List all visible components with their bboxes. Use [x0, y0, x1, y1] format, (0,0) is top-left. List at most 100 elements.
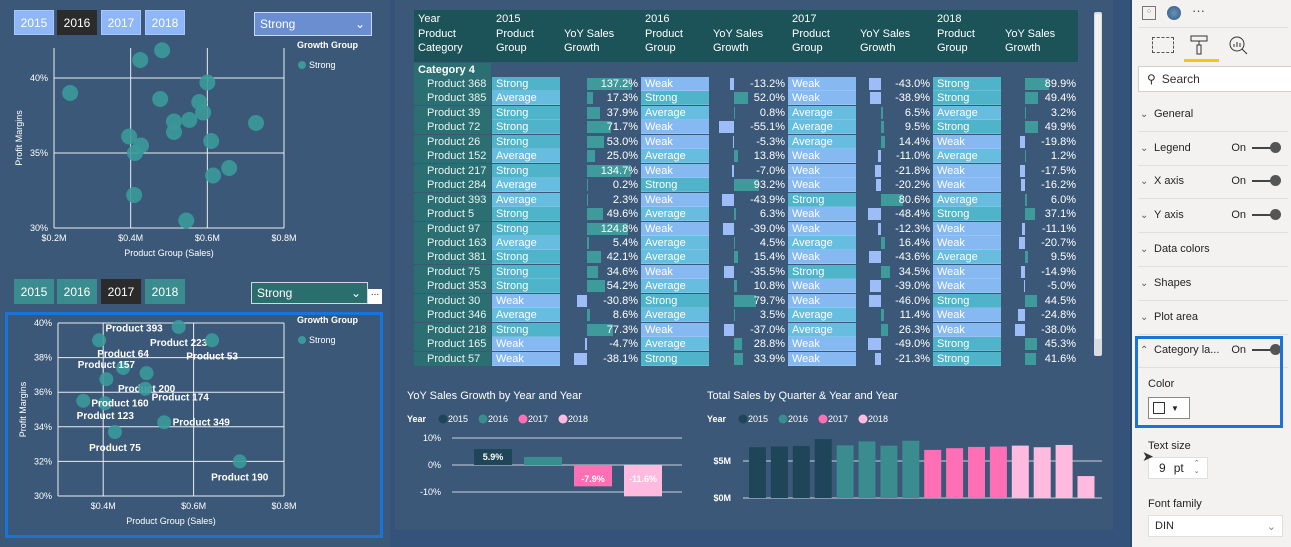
bar-2017-q2[interactable]	[946, 448, 964, 498]
scatter-point[interactable]	[205, 333, 220, 348]
section-x-axis[interactable]: ⌄ X axis On	[1140, 175, 1288, 187]
bar-2016-q3[interactable]	[880, 445, 898, 498]
table-row[interactable]: Product 381 Strong 42.1% Average 15.4% Weak -4…	[414, 250, 1078, 265]
toggle-switch[interactable]: On	[1231, 209, 1281, 221]
section-shapes[interactable]: ⌄ Shapes	[1140, 277, 1288, 289]
scatter-point[interactable]	[154, 42, 171, 59]
year-button-2015[interactable]: 2015	[14, 279, 54, 304]
more-options-button[interactable]: ...	[368, 288, 382, 304]
bar-2017-q1[interactable]	[924, 449, 942, 498]
growth-group-dropdown-bottom[interactable]: Strong ⌄	[251, 282, 368, 304]
bar-2018-q2[interactable]	[1033, 447, 1051, 498]
bar-2015-q3[interactable]	[792, 445, 810, 498]
bar-2017-q3[interactable]	[968, 446, 985, 498]
scatter-point[interactable]	[132, 52, 149, 68]
section-legend[interactable]: ⌄ Legend On	[1140, 142, 1288, 154]
table-row[interactable]: Product 30 Weak -30.8% Strong 79.7% Weak -46.0…	[414, 293, 1078, 308]
table-row[interactable]: Product 284 Average 0.2% Strong 93.2% Weak -20…	[414, 178, 1078, 193]
bar-2018-q4[interactable]	[1077, 476, 1095, 498]
section-data-colors[interactable]: ⌄ Data colors	[1140, 243, 1288, 255]
bar-2016-q2[interactable]	[858, 441, 876, 498]
font-family-dropdown[interactable]: DIN ⌄	[1148, 515, 1283, 537]
scatter-point[interactable]	[205, 167, 222, 184]
year-button-2017[interactable]: 2017	[101, 279, 141, 304]
table-row[interactable]: Product 163 Average 5.4% Average 4.5% Average…	[414, 235, 1078, 250]
scatter-point[interactable]	[165, 124, 182, 140]
more-visuals-button[interactable]: ···	[1192, 3, 1205, 18]
table-row[interactable]: Product 217 Strong 134.7% Weak -7.0% Weak -21.…	[414, 163, 1078, 178]
table-row[interactable]: Product 152 Average 25.0% Average 13.8% Weak -…	[414, 149, 1078, 164]
table-row[interactable]: Product 165 Weak -4.7% Average 28.8% Weak -49.…	[414, 337, 1078, 352]
stepper-arrows-icon[interactable]: ⌃ ⌄	[1194, 460, 1200, 476]
section-y-axis[interactable]: ⌄ Y axis On	[1140, 209, 1288, 221]
scatter-point[interactable]	[221, 160, 238, 176]
scatter-point[interactable]	[138, 381, 153, 396]
analytics-tab-icon[interactable]	[1228, 35, 1248, 55]
scatter-point[interactable]	[199, 74, 216, 91]
scatter-point[interactable]	[248, 115, 265, 131]
bar-2016-q1[interactable]	[836, 445, 854, 498]
fields-tab-icon[interactable]	[1152, 37, 1174, 53]
year-button-2018[interactable]: 2018	[145, 279, 185, 304]
scatter-point[interactable]	[126, 187, 143, 203]
scatter-point[interactable]	[203, 133, 220, 149]
scatter-point[interactable]	[99, 372, 114, 387]
year-button-2018[interactable]: 2018	[145, 10, 185, 35]
table-row[interactable]: Product 218 Strong 77.3% Weak -37.0% Average 2…	[414, 322, 1078, 337]
table-row[interactable]: Product 393 Average 2.3% Weak -43.9% Strong 80…	[414, 192, 1078, 207]
table-row[interactable]: Product 39 Strong 37.9% Average 0.8% Average 6…	[414, 105, 1078, 120]
scatter-point[interactable]	[171, 319, 186, 334]
table-row[interactable]: Product 368 Strong 137.2% Weak -13.2% Weak -43…	[414, 77, 1078, 91]
category-row-label[interactable]: Category 4	[414, 63, 491, 77]
table-row[interactable]: Product 57 Weak -38.1% Strong 33.9% Weak -21.3…	[414, 351, 1078, 366]
scatter-point[interactable]	[195, 104, 212, 121]
table-row[interactable]: Product 385 Average 17.3% Strong 52.0% Weak -3…	[414, 91, 1078, 106]
table-scrollbar[interactable]	[1094, 12, 1102, 356]
year-button-2016[interactable]: 2016	[57, 10, 97, 35]
yoy-growth-chart[interactable]: YoY Sales Growth by Year and Year Year 201…	[405, 380, 695, 510]
bar-2015-q1[interactable]	[749, 447, 766, 498]
growth-group-dropdown-top[interactable]: Strong ⌄	[254, 12, 372, 36]
table-row[interactable]: Product 97 Strong 124.8% Weak -39.0% Weak -12.…	[414, 221, 1078, 236]
bar-2017-q4[interactable]	[989, 446, 1007, 498]
scatter-point[interactable]	[152, 91, 169, 107]
toggle-switch[interactable]: On	[1231, 142, 1281, 154]
section-general[interactable]: ⌄ General	[1140, 108, 1288, 120]
toggle-switch[interactable]: On	[1231, 175, 1281, 187]
year-button-2017[interactable]: 2017	[101, 10, 141, 35]
scatter-point[interactable]	[181, 112, 198, 128]
scatter-point[interactable]	[126, 145, 143, 161]
table-row[interactable]: Product 75 Strong 34.6% Weak -35.5% Strong 34.…	[414, 264, 1078, 279]
bar-2016[interactable]	[524, 456, 562, 465]
scatter-chart-bottom[interactable]: $0.4M $0.6M $0.8M 30% 32% 34% 36% 38% 40% Product…	[8, 315, 380, 535]
scatter-point[interactable]	[157, 415, 172, 430]
scatter-visual-icon[interactable]: ⁘	[1142, 6, 1156, 20]
scatter-point[interactable]	[178, 212, 195, 229]
section-plot-area[interactable]: ⌄ Plot area	[1140, 311, 1288, 323]
globe-visual-icon[interactable]	[1167, 6, 1181, 20]
text-size-stepper[interactable]: 9 pt ⌃ ⌄	[1148, 457, 1208, 479]
table-row[interactable]: Product 353 Strong 54.2% Average 10.8% Weak -3…	[414, 279, 1078, 294]
table-row[interactable]: Product 346 Average 8.6% Average 3.5% Average…	[414, 308, 1078, 323]
format-paintroller-icon[interactable]	[1188, 34, 1210, 58]
scatter-point[interactable]	[62, 85, 79, 101]
scatter-point[interactable]	[107, 424, 122, 439]
table-row[interactable]: Product 72 Strong 71.7% Weak -55.1% Average 9.…	[414, 120, 1078, 135]
scatter-point[interactable]	[92, 333, 107, 348]
bar-2015-q2[interactable]	[770, 446, 788, 498]
table-row[interactable]: Product 5 Strong 49.6% Average 6.3% Weak -48.4…	[414, 207, 1078, 222]
year-button-2015[interactable]: 2015	[14, 10, 54, 35]
bar-2018-q1[interactable]	[1011, 445, 1029, 498]
scatter-chart-top[interactable]: $0.2M $0.4M $0.6M $0.8M 30% 35% 40% Product Gro…	[0, 40, 390, 270]
search-input[interactable]: ⚲ Search	[1138, 66, 1291, 92]
bar-2018-q3[interactable]	[1055, 444, 1073, 498]
year-button-2016[interactable]: 2016	[57, 279, 97, 304]
scatter-point[interactable]	[76, 393, 91, 408]
table-row[interactable]: Product 26 Strong 53.0% Weak -5.3% Average 14.…	[414, 134, 1078, 149]
scatter-point[interactable]	[232, 454, 247, 469]
bar-2015-q4[interactable]	[814, 439, 832, 498]
scrollbar-thumb[interactable]	[1095, 14, 1101, 339]
total-sales-chart[interactable]: Total Sales by Quarter & Year and Year Ye…	[705, 380, 1105, 510]
scatter-point[interactable]	[139, 366, 154, 381]
bar-2016-q4[interactable]	[902, 440, 920, 498]
